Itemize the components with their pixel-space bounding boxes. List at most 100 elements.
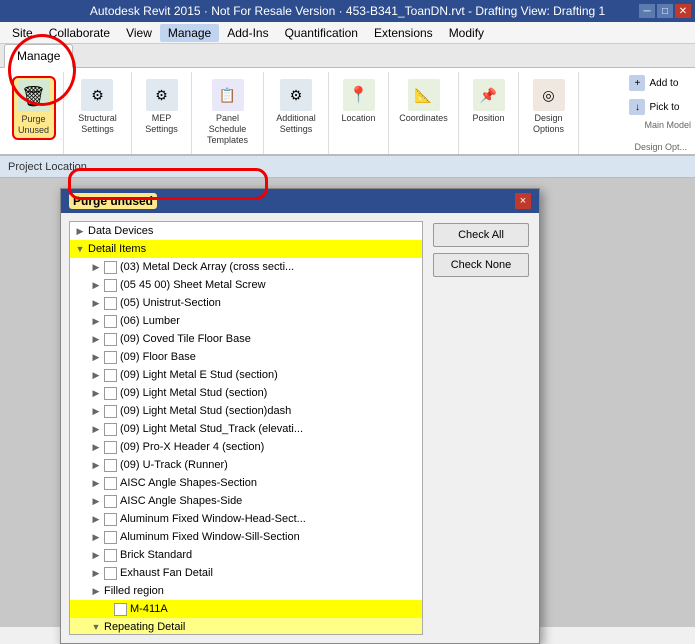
checkbox-light-metal-dash[interactable] [104, 405, 117, 418]
checkbox-floor-base[interactable] [104, 351, 117, 364]
tree-item-floor-base[interactable]: ▶ (09) Floor Base [70, 348, 422, 366]
expand-alum-head[interactable]: ▶ [88, 511, 104, 527]
checkbox-metal-deck[interactable] [104, 261, 117, 274]
tree-item-metal-deck[interactable]: ▶ (03) Metal Deck Array (cross secti... [70, 258, 422, 276]
structural-settings-button[interactable]: ⚙ StructuralSettings [73, 76, 122, 138]
checkbox-light-metal-e[interactable] [104, 369, 117, 382]
tree-item-pro-x[interactable]: ▶ (09) Pro-X Header 4 (section) [70, 438, 422, 456]
tree-item-data-devices[interactable]: ▶ Data Devices [70, 222, 422, 240]
checkbox-lumber[interactable] [104, 315, 117, 328]
expand-brick[interactable]: ▶ [88, 547, 104, 563]
expand-metal-deck[interactable]: ▶ [88, 259, 104, 275]
expand-detail-items[interactable]: ▼ [72, 241, 88, 257]
expand-light-metal-e[interactable]: ▶ [88, 367, 104, 383]
tree-item-alum-head[interactable]: ▶ Aluminum Fixed Window-Head-Sect... [70, 510, 422, 528]
checkbox-alum-sill[interactable] [104, 531, 117, 544]
checkbox-alum-head[interactable] [104, 513, 117, 526]
pick-to-button[interactable]: ↓ Pick to [624, 96, 691, 118]
tree-item-aisc-side[interactable]: ▶ AISC Angle Shapes-Side [70, 492, 422, 510]
tree-item-unistrut[interactable]: ▶ (05) Unistrut-Section [70, 294, 422, 312]
menu-quantification[interactable]: Quantification [277, 24, 366, 42]
expand-exhaust[interactable]: ▶ [88, 565, 104, 581]
dialog-titlebar: Purge unused × [61, 189, 539, 213]
tree-panel[interactable]: ▶ Data Devices ▼ Detail Items ▶ (03) Met… [69, 221, 423, 635]
expand-floor-base[interactable]: ▶ [88, 349, 104, 365]
expand-m411a[interactable] [104, 601, 114, 617]
expand-filled-region[interactable]: ▶ [88, 583, 104, 599]
expand-light-metal-dash[interactable]: ▶ [88, 403, 104, 419]
checkbox-exhaust[interactable] [104, 567, 117, 580]
purge-unused-button[interactable]: 🗑 PurgeUnused [12, 76, 56, 140]
design-options-label: DesignOptions [533, 113, 564, 135]
menu-view[interactable]: View [118, 24, 160, 42]
checkbox-u-track[interactable] [104, 459, 117, 472]
check-none-button[interactable]: Check None [433, 253, 529, 277]
tree-item-light-metal-track[interactable]: ▶ (09) Light Metal Stud_Track (elevati..… [70, 420, 422, 438]
design-options-button[interactable]: ◎ DesignOptions [527, 76, 571, 138]
expand-data-devices[interactable]: ▶ [72, 223, 88, 239]
checkbox-pro-x[interactable] [104, 441, 117, 454]
tree-item-light-metal-e[interactable]: ▶ (09) Light Metal E Stud (section) [70, 366, 422, 384]
tab-manage[interactable]: Manage [4, 44, 73, 68]
add-to-button[interactable]: + Add to [624, 72, 691, 94]
checkbox-light-metal-track[interactable] [104, 423, 117, 436]
checkbox-sheet-metal[interactable] [104, 279, 117, 292]
expand-aisc-side[interactable]: ▶ [88, 493, 104, 509]
expand-coved-tile[interactable]: ▶ [88, 331, 104, 347]
tree-item-aisc-section[interactable]: ▶ AISC Angle Shapes-Section [70, 474, 422, 492]
tree-item-detail-items[interactable]: ▼ Detail Items [70, 240, 422, 258]
mep-settings-button[interactable]: ⚙ MEPSettings [140, 76, 184, 138]
tree-item-light-metal-dash[interactable]: ▶ (09) Light Metal Stud (section)dash [70, 402, 422, 420]
project-location-label: Project Location [8, 161, 87, 173]
tree-item-light-metal-stud[interactable]: ▶ (09) Light Metal Stud (section) [70, 384, 422, 402]
expand-alum-sill[interactable]: ▶ [88, 529, 104, 545]
checkbox-light-metal-stud[interactable] [104, 387, 117, 400]
expand-light-metal-track[interactable]: ▶ [88, 421, 104, 437]
expand-u-track[interactable]: ▶ [88, 457, 104, 473]
expand-pro-x[interactable]: ▶ [88, 439, 104, 455]
expand-light-metal-stud[interactable]: ▶ [88, 385, 104, 401]
menu-extensions[interactable]: Extensions [366, 24, 441, 42]
dialog-close-button[interactable]: × [515, 193, 531, 209]
tree-item-u-track[interactable]: ▶ (09) U-Track (Runner) [70, 456, 422, 474]
coordinates-button[interactable]: 📐 Coordinates [394, 76, 453, 127]
menu-collaborate[interactable]: Collaborate [41, 24, 118, 42]
menu-modify[interactable]: Modify [441, 24, 492, 42]
window-close-button[interactable]: ✕ [675, 4, 691, 18]
checkbox-aisc-section[interactable] [104, 477, 117, 490]
panel-schedule-button[interactable]: 📋 Panel ScheduleTemplates [198, 76, 257, 148]
menu-site[interactable]: Site [4, 24, 41, 42]
tree-item-alum-sill[interactable]: ▶ Aluminum Fixed Window-Sill-Section [70, 528, 422, 546]
tree-item-brick[interactable]: ▶ Brick Standard [70, 546, 422, 564]
maximize-button[interactable]: □ [657, 4, 673, 18]
menu-addins[interactable]: Add-Ins [219, 24, 276, 42]
expand-repeating-detail[interactable]: ▼ [88, 619, 104, 635]
pick-to-icon: ↓ [629, 99, 645, 115]
label-filled-region: Filled region [104, 585, 164, 597]
tree-item-m411a[interactable]: M-411A [70, 600, 422, 618]
main-model-label: Main Model [624, 120, 691, 130]
checkbox-coved-tile[interactable] [104, 333, 117, 346]
tree-item-sheet-metal[interactable]: ▶ (05 45 00) Sheet Metal Screw [70, 276, 422, 294]
location-button[interactable]: 📍 Location [336, 76, 380, 127]
expand-unistrut[interactable]: ▶ [88, 295, 104, 311]
tree-item-lumber[interactable]: ▶ (06) Lumber [70, 312, 422, 330]
tree-item-coved-tile[interactable]: ▶ (09) Coved Tile Floor Base [70, 330, 422, 348]
expand-lumber[interactable]: ▶ [88, 313, 104, 329]
position-button[interactable]: 📌 Position [467, 76, 511, 127]
minimize-button[interactable]: ─ [639, 4, 655, 18]
expand-sheet-metal[interactable]: ▶ [88, 277, 104, 293]
checkbox-m411a[interactable] [114, 603, 127, 616]
additional-settings-button[interactable]: ⚙ AdditionalSettings [271, 76, 321, 138]
tree-item-filled-region[interactable]: ▶ Filled region [70, 582, 422, 600]
checkbox-brick[interactable] [104, 549, 117, 562]
checkbox-unistrut[interactable] [104, 297, 117, 310]
design-opt-sub-label: Design Opt... [624, 142, 691, 152]
mep-label: MEPSettings [145, 113, 178, 135]
add-to-icon: + [629, 75, 645, 91]
check-all-button[interactable]: Check All [433, 223, 529, 247]
checkbox-aisc-side[interactable] [104, 495, 117, 508]
tree-item-exhaust[interactable]: ▶ Exhaust Fan Detail [70, 564, 422, 582]
expand-aisc-section[interactable]: ▶ [88, 475, 104, 491]
menu-manage[interactable]: Manage [160, 24, 219, 42]
